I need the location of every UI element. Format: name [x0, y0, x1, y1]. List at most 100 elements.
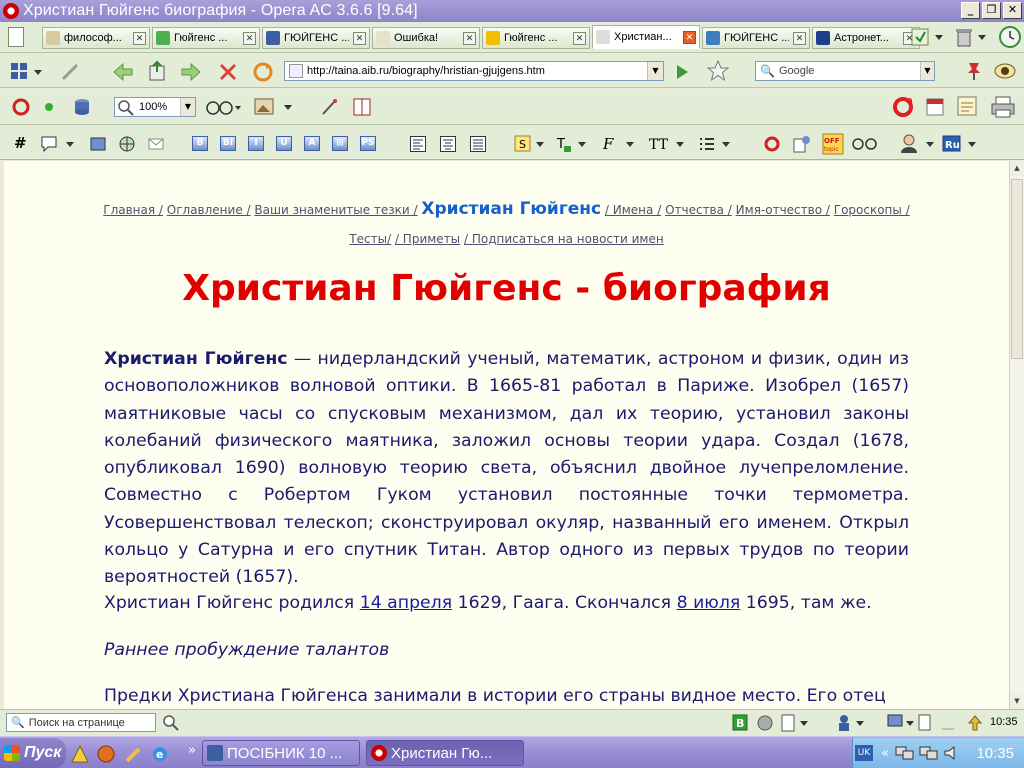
- breadcrumb-link[interactable]: / Имена /: [605, 203, 661, 217]
- language-ru-icon[interactable]: Ru: [942, 135, 978, 153]
- go-icon[interactable]: [672, 62, 692, 82]
- taskbar-button[interactable]: ПОСІБНИК 10 ...: [202, 740, 360, 766]
- breadcrumb-link[interactable]: Имя-отчество /: [736, 203, 830, 217]
- add-tab-icon[interactable]: [910, 26, 946, 48]
- close-button[interactable]: ✕: [1003, 2, 1022, 19]
- address-field[interactable]: http://taina.aib.ru/biography/hristian-g…: [284, 61, 664, 81]
- opera-menu-icon[interactable]: [12, 98, 30, 116]
- person-icon[interactable]: [836, 714, 866, 732]
- format-button[interactable]: U: [276, 136, 292, 151]
- tab[interactable]: Христиан... ✕: [592, 25, 700, 49]
- window-icon[interactable]: [926, 98, 944, 116]
- death-date-link[interactable]: 8 июля: [677, 593, 741, 613]
- find-next-icon[interactable]: [162, 714, 180, 732]
- tab-close-icon[interactable]: ✕: [683, 30, 696, 44]
- format-button[interactable]: B: [192, 136, 208, 151]
- tab[interactable]: Астронет... ✕: [812, 27, 920, 49]
- breadcrumb-link[interactable]: / Приметы: [395, 232, 460, 246]
- taskbar-button[interactable]: Христиан Гю...: [366, 740, 524, 766]
- tray-expand-icon[interactable]: «: [881, 746, 889, 761]
- tab[interactable]: ГЮЙГЕНС ... ✕: [262, 27, 370, 49]
- tab[interactable]: ГЮЙГЕНС ... ✕: [702, 27, 810, 49]
- network-tray-icon-2[interactable]: [919, 744, 939, 762]
- bookmark-star-icon[interactable]: [706, 59, 730, 83]
- maximize-button[interactable]: ❐: [982, 2, 1001, 19]
- smiley-icon[interactable]: S: [514, 135, 546, 153]
- upload-icon[interactable]: [966, 714, 984, 732]
- tab[interactable]: Гюйгенс ... ✕: [152, 27, 260, 49]
- url-text[interactable]: http://taina.aib.ru/biography/hristian-g…: [307, 65, 647, 77]
- opera-mail-icon[interactable]: [762, 134, 782, 154]
- page-small-icon[interactable]: [916, 714, 936, 732]
- stop-icon[interactable]: [218, 62, 238, 82]
- notes-icon[interactable]: [956, 95, 980, 119]
- align-left-icon[interactable]: [410, 136, 426, 152]
- tab[interactable]: философ... ✕: [42, 27, 150, 49]
- bookmarks-b-icon[interactable]: B: [732, 714, 748, 732]
- panels-icon[interactable]: [10, 62, 44, 82]
- scroll-up-icon[interactable]: ▲: [1010, 161, 1024, 176]
- zoom-dropdown-icon[interactable]: ▼: [180, 98, 195, 116]
- tab-close-icon[interactable]: ✕: [353, 31, 366, 45]
- quicklaunch-media-icon[interactable]: [96, 744, 116, 764]
- breadcrumb-link[interactable]: Оглавление /: [167, 203, 251, 217]
- image-icon[interactable]: [90, 136, 106, 152]
- format-button[interactable]: A: [304, 136, 320, 151]
- tab[interactable]: Гюйгенс ... ✕: [482, 27, 590, 49]
- screen-icon[interactable]: [886, 714, 916, 732]
- tab-close-icon[interactable]: ✕: [573, 31, 586, 45]
- scroll-thumb[interactable]: [1011, 179, 1023, 359]
- link-icon[interactable]: [792, 134, 812, 154]
- breadcrumb-link[interactable]: Отчества /: [665, 203, 732, 217]
- minimize-button[interactable]: _: [961, 2, 980, 19]
- chat-icon[interactable]: [40, 135, 76, 153]
- split-view-icon[interactable]: [352, 97, 372, 117]
- breadcrumb-link[interactable]: Гороскопы /: [834, 203, 910, 217]
- clock-sync-icon[interactable]: [998, 25, 1024, 49]
- tab-close-icon[interactable]: ✕: [463, 31, 476, 45]
- format-button[interactable]: ⊞: [332, 136, 348, 151]
- page-icon[interactable]: [8, 27, 24, 47]
- database-icon[interactable]: [72, 97, 92, 117]
- breadcrumb-link[interactable]: Ваши знаменитые тезки /: [254, 203, 417, 217]
- tab-close-icon[interactable]: ✕: [793, 31, 806, 45]
- text-color-icon[interactable]: T: [556, 135, 588, 153]
- vertical-scrollbar[interactable]: ▲ ▼: [1009, 161, 1024, 709]
- search-dropdown-icon[interactable]: ▼: [920, 62, 934, 80]
- tab-close-icon[interactable]: ✕: [243, 31, 256, 45]
- language-indicator[interactable]: UK: [855, 745, 873, 761]
- print-icon[interactable]: [990, 95, 1016, 119]
- image-mode-icon[interactable]: [254, 97, 294, 117]
- quicklaunch-tool-icon[interactable]: [124, 744, 144, 764]
- pin-icon[interactable]: [962, 60, 984, 82]
- breadcrumb-link[interactable]: Главная /: [103, 203, 163, 217]
- scroll-down-icon[interactable]: ▼: [1010, 694, 1024, 709]
- find-in-page-input[interactable]: 🔍 Поиск на странице: [6, 713, 156, 732]
- align-justify-icon[interactable]: [470, 136, 486, 152]
- home-icon[interactable]: [146, 60, 168, 82]
- start-button[interactable]: Пуск: [0, 738, 66, 768]
- breadcrumb-link[interactable]: / Подписаться на новости имен: [464, 232, 664, 246]
- font-icon[interactable]: F: [602, 135, 636, 153]
- breadcrumb-link[interactable]: Тесты/: [349, 232, 391, 246]
- format-button[interactable]: PS: [360, 136, 376, 151]
- volume-icon[interactable]: [943, 744, 961, 762]
- format-button[interactable]: BI: [220, 136, 236, 151]
- align-center-icon[interactable]: [440, 136, 456, 152]
- list-icon[interactable]: [698, 135, 734, 153]
- search-engine-icon[interactable]: 🔍: [760, 64, 775, 78]
- glasses-small-icon[interactable]: [852, 136, 878, 152]
- glasses-icon[interactable]: [206, 99, 242, 117]
- zoom-value[interactable]: 100%: [139, 101, 180, 113]
- quicklaunch-a-icon[interactable]: [70, 744, 90, 764]
- pen-icon[interactable]: [60, 62, 82, 82]
- forward-icon[interactable]: [180, 62, 202, 82]
- hash-icon[interactable]: #: [14, 134, 27, 152]
- tab[interactable]: Ошибка! ✕: [372, 27, 480, 49]
- quicklaunch-more-icon[interactable]: »: [188, 743, 196, 758]
- font-size-icon[interactable]: TT: [648, 135, 686, 153]
- opera-logo-icon[interactable]: 9: [892, 95, 916, 119]
- mail-icon[interactable]: [148, 137, 164, 151]
- network-tray-icon[interactable]: [895, 744, 915, 762]
- zoom-field[interactable]: 100% ▼: [114, 97, 196, 117]
